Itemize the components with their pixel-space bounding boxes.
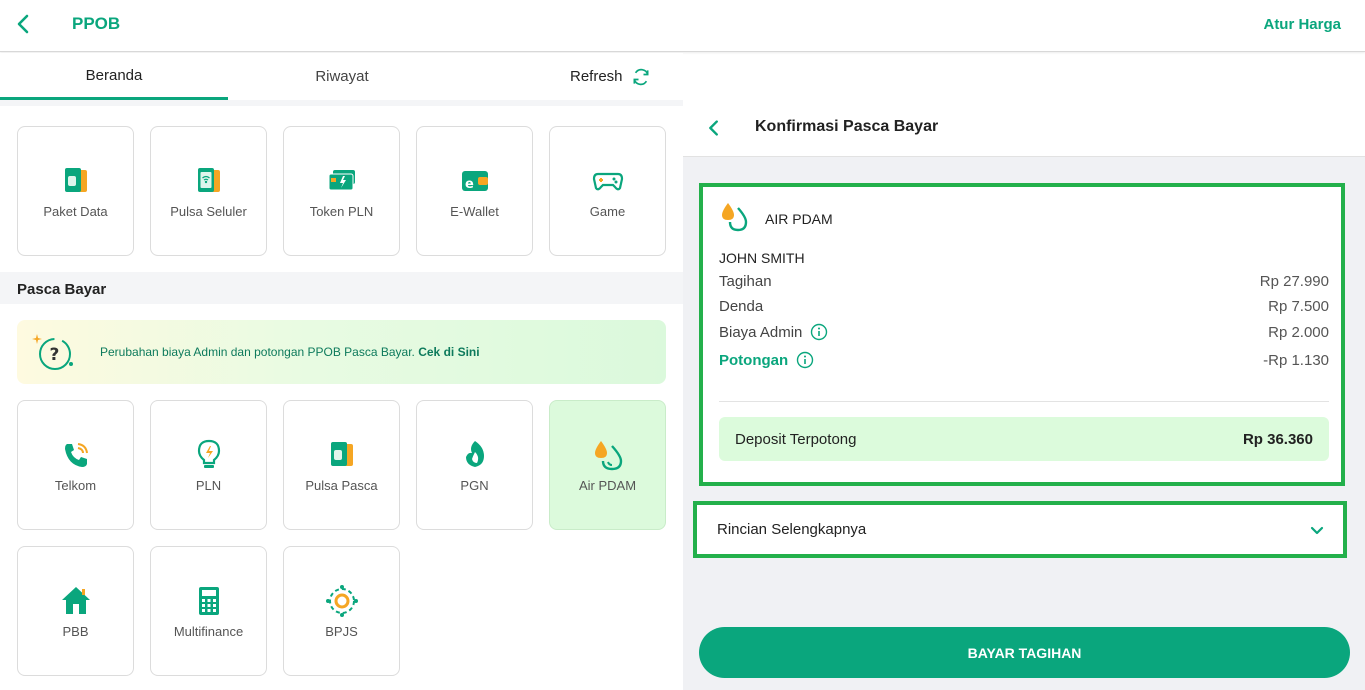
info-icon[interactable] [796, 351, 814, 369]
tile-label: Game [589, 203, 626, 219]
confirmation-header: Konfirmasi Pasca Bayar [683, 100, 1365, 157]
tile-label: Token PLN [309, 203, 374, 219]
tile-label: PLN [195, 477, 222, 493]
tile-label: Pulsa Pasca [305, 477, 378, 493]
rincian-selengkapnya-toggle[interactable]: Rincian Selengkapnya [693, 501, 1347, 558]
confirmation-title: Konfirmasi Pasca Bayar [755, 118, 939, 135]
row-label: Tagihan [719, 273, 772, 290]
refresh-button[interactable]: Refresh [570, 53, 680, 100]
svg-text:?: ? [50, 345, 60, 365]
back-arrow-icon[interactable] [12, 12, 36, 36]
prabayar-section: Paket Data Pulsa Seluler Token PLN e E-W… [0, 106, 683, 272]
phone-signal-icon [197, 167, 220, 192]
tile-pgn[interactable]: PGN [416, 400, 533, 530]
atur-harga-link[interactable]: Atur Harga [1263, 16, 1341, 33]
pasca-bayar-heading: Pasca Bayar [17, 281, 107, 298]
row-label: Denda [719, 298, 764, 315]
tile-telkom[interactable]: Telkom [17, 400, 134, 530]
rincian-label: Rincian Selengkapnya [717, 521, 867, 538]
gas-flame-icon [465, 440, 484, 467]
deposit-terpotong-row: Deposit Terpotong Rp 36.360 [719, 417, 1329, 461]
tile-pulsa-pasca[interactable]: Pulsa Pasca [283, 400, 400, 530]
bayar-tagihan-button[interactable]: BAYAR TAGIHAN [699, 627, 1350, 678]
deposit-label: Deposit Terpotong [735, 430, 857, 448]
provider-name: AIR PDAM [765, 211, 833, 227]
tab-beranda[interactable]: Beranda [0, 53, 228, 100]
divider [719, 401, 1329, 402]
tile-multifinance[interactable]: Multifinance [150, 546, 267, 676]
tile-air-pdam[interactable]: Air PDAM [549, 400, 666, 530]
row-value: Rp 27.990 [1259, 273, 1329, 290]
notice-link[interactable]: Cek di Sini [418, 345, 479, 359]
sim-card-icon [330, 441, 353, 466]
tile-label: Pulsa Seluler [170, 203, 247, 219]
gamepad-icon [592, 172, 623, 190]
app-header: PPOB Atur Harga [0, 0, 1365, 52]
refresh-icon [633, 68, 649, 85]
bpjs-icon [325, 584, 358, 617]
customer-name: JOHN SMITH [719, 250, 805, 266]
page-title: PPOB [72, 14, 121, 33]
tile-pln[interactable]: PLN [150, 400, 267, 530]
tile-label: PBB [62, 623, 89, 639]
sim-card-icon [64, 167, 87, 192]
tile-pbb[interactable]: PBB [17, 546, 134, 676]
water-drop-icon [722, 203, 748, 232]
lightbulb-icon [197, 439, 220, 468]
tab-bar: Beranda Riwayat Refresh [0, 53, 683, 100]
chevron-down-icon [1310, 526, 1324, 534]
tile-label: Paket Data [43, 203, 108, 219]
tile-pulsa-seluler[interactable]: Pulsa Seluler [150, 126, 267, 256]
tile-bpjs[interactable]: BPJS [283, 546, 400, 676]
tile-label: PGN [460, 477, 489, 493]
tile-label: E-Wallet [450, 203, 499, 219]
svg-text:e: e [465, 177, 474, 192]
info-icon[interactable] [810, 323, 828, 341]
potongan-row: Potongan -Rp 1.130 [719, 351, 1329, 369]
tile-label: BPJS [325, 623, 358, 639]
electric-card-icon [328, 169, 355, 190]
row-label: Biaya Admin [719, 323, 803, 341]
refresh-label: Refresh [570, 68, 623, 85]
wallet-icon: e [461, 170, 488, 192]
row-value: Rp 7.500 [1268, 298, 1329, 315]
tile-game[interactable]: Game [549, 126, 666, 256]
tile-paket-data[interactable]: Paket Data [17, 126, 134, 256]
admin-fee-notice[interactable]: ? Perubahan biaya Admin dan potongan PPO… [17, 320, 666, 384]
row-value: -Rp 1.130 [1263, 351, 1329, 369]
tile-label: Telkom [54, 477, 97, 493]
telephone-icon [64, 442, 88, 467]
confirmation-panel: Konfirmasi Pasca Bayar AIR PDAM JOHN SMI… [683, 100, 1365, 690]
bill-summary-card: AIR PDAM JOHN SMITH Tagihan Rp 27.990 De… [699, 183, 1345, 486]
denda-row: Denda Rp 7.500 [719, 298, 1329, 315]
row-label: Potongan [719, 351, 789, 369]
tab-riwayat[interactable]: Riwayat [228, 53, 456, 100]
tile-label: Air PDAM [578, 477, 637, 493]
water-drop-icon [594, 440, 622, 470]
product-panel: Paket Data Pulsa Seluler Token PLN e E-W… [0, 100, 683, 690]
question-sparkle-icon: ? [32, 334, 73, 370]
calculator-icon [198, 586, 219, 615]
biaya-admin-row: Biaya Admin Rp 2.000 [719, 323, 1329, 341]
tile-label: Multifinance [173, 623, 244, 639]
tile-token-pln[interactable]: Token PLN [283, 126, 400, 256]
house-icon [61, 586, 90, 614]
back-arrow-icon[interactable] [703, 117, 725, 139]
row-value: Rp 2.000 [1268, 323, 1329, 341]
deposit-value: Rp 36.360 [1242, 430, 1313, 448]
tile-e-wallet[interactable]: e E-Wallet [416, 126, 533, 256]
notice-text: Perubahan biaya Admin dan potongan PPOB … [100, 345, 480, 359]
tagihan-row: Tagihan Rp 27.990 [719, 273, 1329, 290]
